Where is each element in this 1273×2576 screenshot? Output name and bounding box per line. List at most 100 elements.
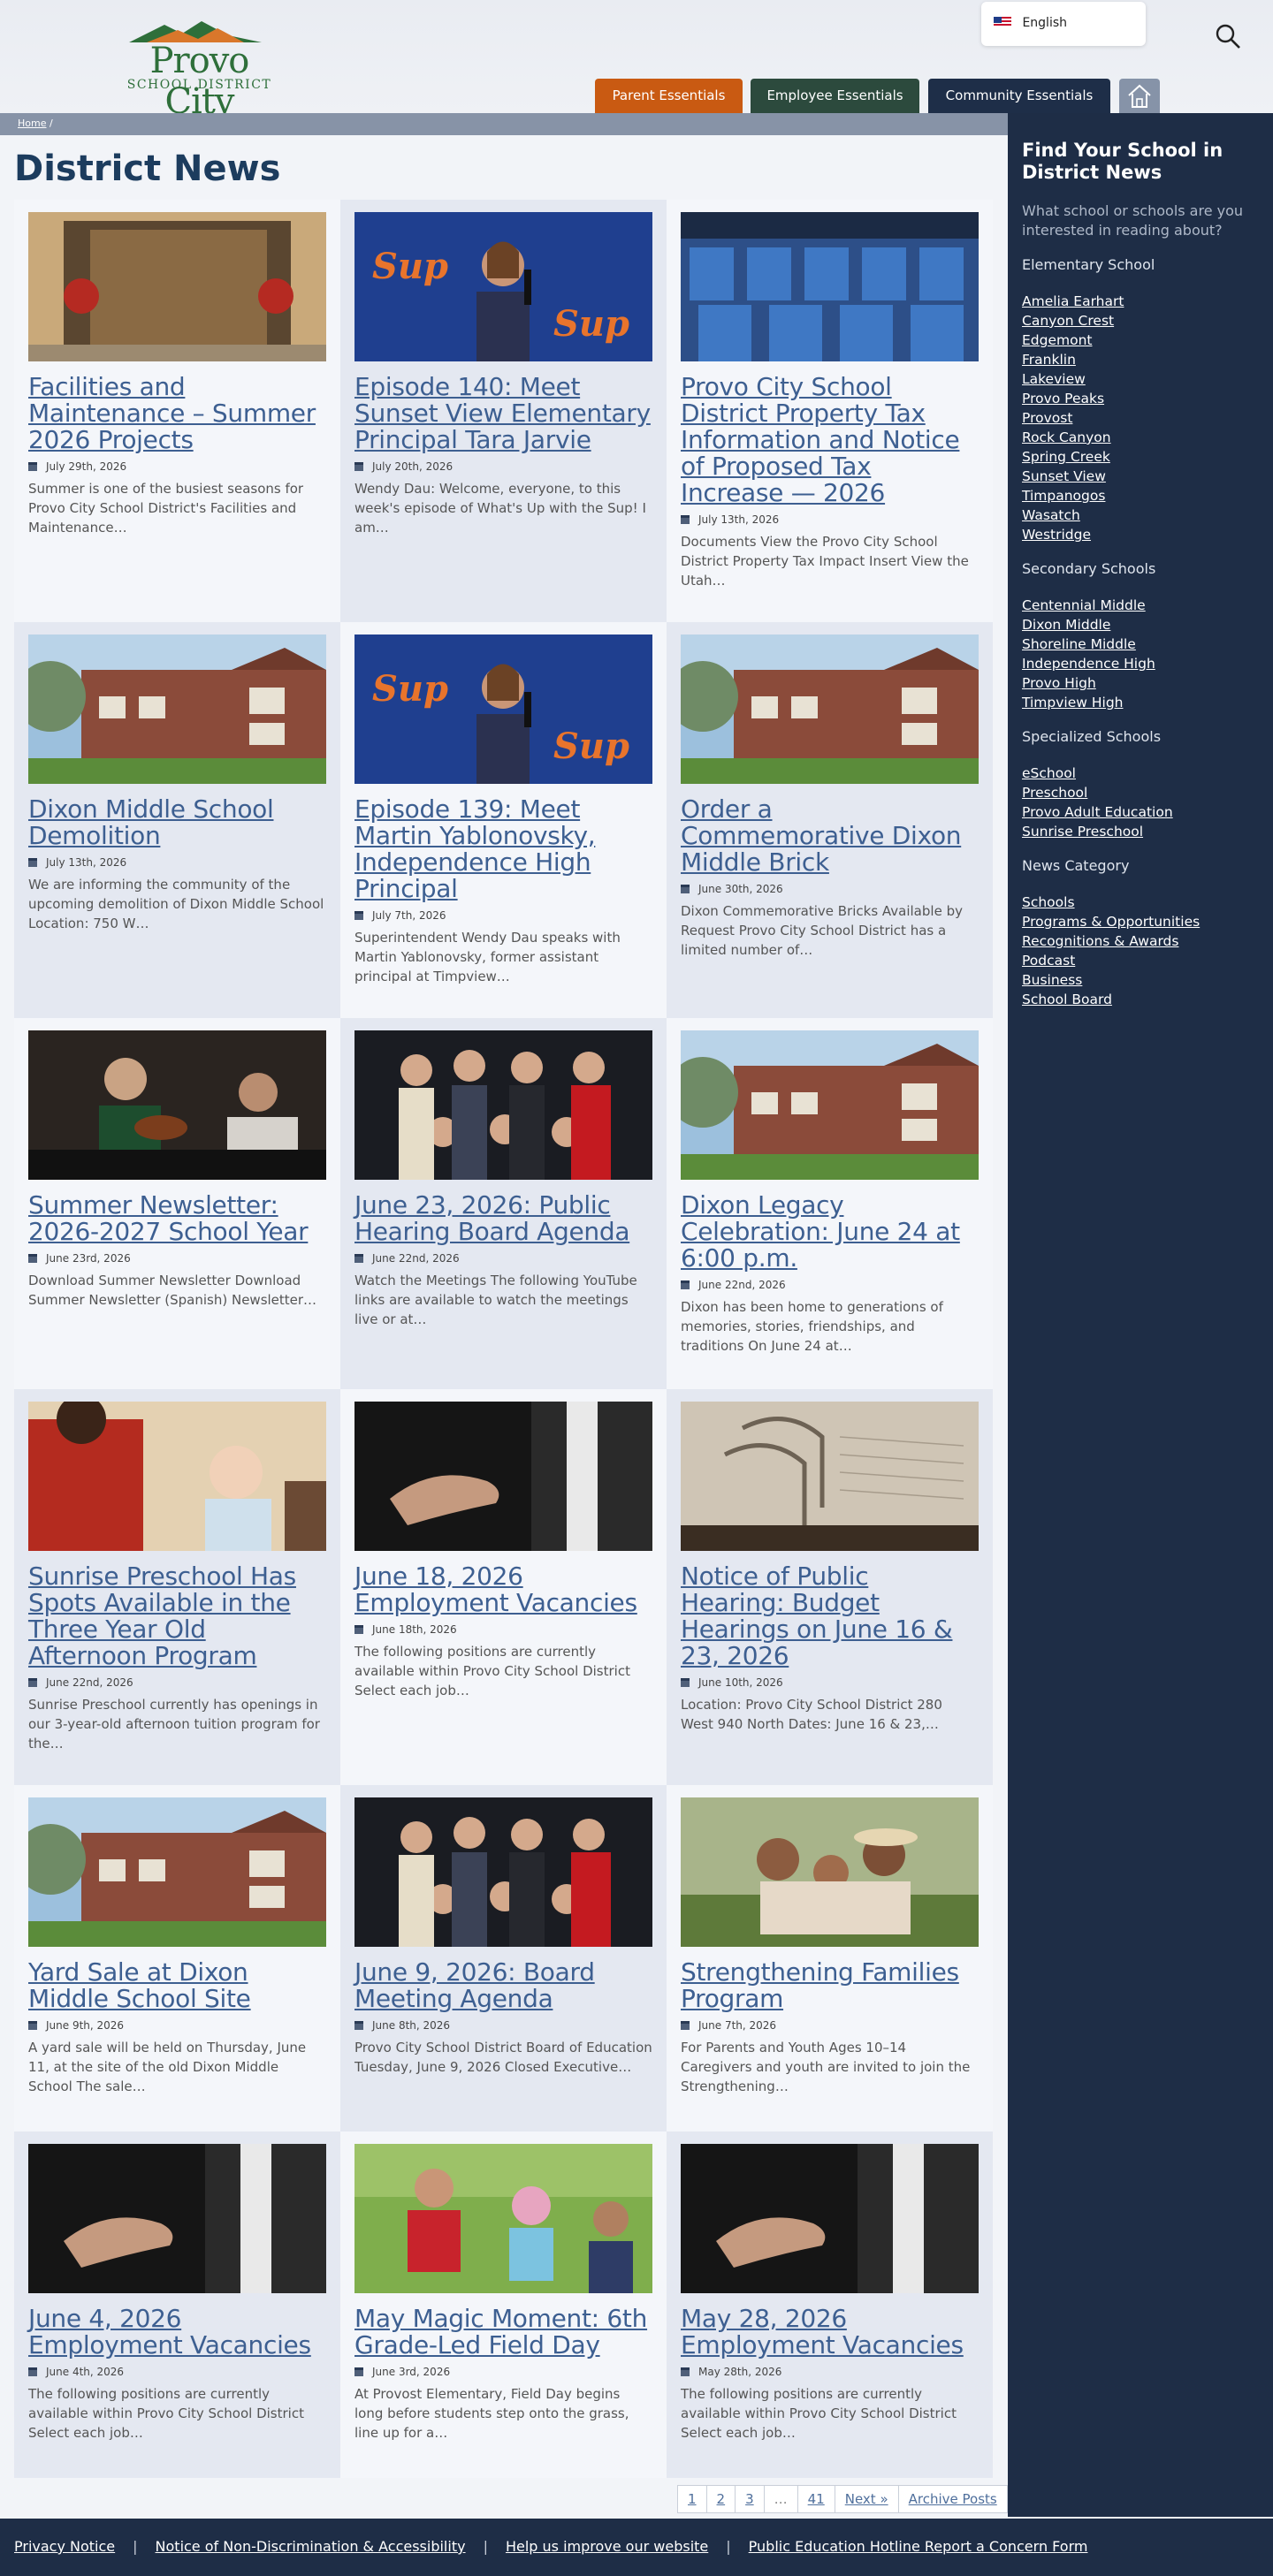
sidebar-group-heading: Specialized Schools [1022, 728, 1162, 745]
nav-employee-essentials[interactable]: Employee Essentials [751, 79, 919, 113]
news-card-title[interactable]: May Magic Moment: 6th Grade-Led Field Da… [354, 2306, 652, 2359]
news-card-title[interactable]: Order a Commemorative Dixon Middle Brick [681, 796, 979, 876]
sidebar-school-link[interactable]: Rock Canyon [1022, 428, 1273, 447]
news-card-image[interactable] [681, 635, 979, 784]
news-card-date: May 28th, 2026 [681, 2366, 979, 2378]
news-card-image[interactable] [354, 1797, 652, 1947]
sidebar-school-link[interactable]: Dixon Middle [1022, 615, 1273, 635]
sidebar-school-link[interactable]: Programs & Opportunities [1022, 912, 1273, 931]
calendar-icon [681, 1678, 690, 1687]
news-card-title[interactable]: Provo City School District Property Tax … [681, 374, 979, 506]
footer-link[interactable]: Public Education Hotline Report a Concer… [749, 2538, 1088, 2555]
sidebar-school-link[interactable]: Recognitions & Awards [1022, 931, 1273, 951]
sidebar-school-link[interactable]: Centennial Middle [1022, 596, 1273, 615]
sidebar-school-link[interactable]: Provo Peaks [1022, 389, 1273, 408]
news-card-title[interactable]: Sunrise Preschool Has Spots Available in… [28, 1563, 326, 1669]
news-card-title[interactable]: Dixon Legacy Celebration: June 24 at 6:0… [681, 1192, 979, 1272]
footer-link[interactable]: Notice of Non-Discrimination & Accessibi… [156, 2538, 466, 2555]
breadcrumb-home[interactable]: Home [18, 118, 46, 129]
sidebar-school-link[interactable]: Wasatch [1022, 505, 1273, 525]
sidebar-school-link[interactable]: Provo Adult Education [1022, 802, 1273, 822]
news-card-image[interactable] [354, 1030, 652, 1180]
news-card-image[interactable] [28, 635, 326, 784]
sidebar-group-heading: Elementary School [1022, 256, 1155, 273]
sidebar-school-link[interactable]: eSchool [1022, 764, 1273, 783]
nav-community-essentials[interactable]: Community Essentials [928, 79, 1110, 113]
news-card-title[interactable]: June 9, 2026: Board Meeting Agenda [354, 1959, 652, 2012]
language-selector[interactable]: English [981, 2, 1146, 46]
sidebar-school-link[interactable]: Timpview High [1022, 693, 1273, 712]
sidebar-school-link[interactable]: Provo High [1022, 673, 1273, 693]
news-card-date: June 10th, 2026 [681, 1676, 979, 1689]
news-card-image[interactable] [28, 2144, 326, 2293]
news-card-image[interactable] [28, 212, 326, 361]
pagination-link[interactable]: Archive Posts [899, 2486, 1007, 2512]
sidebar-school-link[interactable]: Lakeview [1022, 369, 1273, 389]
news-card-title[interactable]: June 18, 2026 Employment Vacancies [354, 1563, 652, 1616]
sidebar-school-link[interactable]: Spring Creek [1022, 447, 1273, 467]
sidebar-school-link[interactable]: Business [1022, 970, 1273, 990]
sidebar-school-link[interactable]: Westridge [1022, 525, 1273, 544]
footer-separator: | [726, 2538, 731, 2555]
sidebar-school-link[interactable]: Franklin [1022, 350, 1273, 369]
sidebar-school-link[interactable]: Independence High [1022, 654, 1273, 673]
svg-text:Sup: Sup [553, 726, 629, 767]
news-card-date: July 13th, 2026 [681, 513, 979, 526]
news-card-title[interactable]: Dixon Middle School Demolition [28, 796, 326, 849]
search-button[interactable] [1215, 23, 1241, 49]
news-card-image[interactable] [681, 212, 979, 361]
news-card-title[interactable]: June 4, 2026 Employment Vacancies [28, 2306, 326, 2359]
news-card-image[interactable] [28, 1030, 326, 1180]
sidebar-school-link[interactable]: Sunrise Preschool [1022, 822, 1273, 841]
sidebar-school-link[interactable]: Provost [1022, 408, 1273, 428]
sidebar-school-link[interactable]: School Board [1022, 990, 1273, 1009]
news-card-title[interactable]: Yard Sale at Dixon Middle School Site [28, 1959, 326, 2012]
news-card-image[interactable] [28, 1797, 326, 1947]
pagination-link[interactable]: Next » [835, 2486, 899, 2512]
news-card-excerpt: For Parents and Youth Ages 10–14 Caregiv… [681, 2040, 971, 2094]
sidebar-school-link[interactable]: Sunset View [1022, 467, 1273, 486]
news-card-excerpt: Superintendent Wendy Dau speaks with Mar… [354, 930, 621, 984]
news-card-date: June 22nd, 2026 [28, 1676, 326, 1689]
news-card-title[interactable]: Strengthening Families Program [681, 1959, 979, 2012]
news-card-image[interactable] [354, 1402, 652, 1551]
footer-link[interactable]: Help us improve our website [506, 2538, 708, 2555]
district-logo[interactable]: Provo City SCHOOL DISTRICT [113, 19, 286, 122]
news-card-title[interactable]: Facilities and Maintenance – Summer 2026… [28, 374, 326, 453]
sidebar-school-link[interactable]: Amelia Earhart [1022, 292, 1273, 311]
news-card-image[interactable] [354, 2144, 652, 2293]
news-card-image[interactable] [681, 2144, 979, 2293]
news-card-excerpt: Provo City School District Board of Educ… [354, 2040, 652, 2075]
calendar-icon [354, 1625, 363, 1634]
news-card-title[interactable]: Episode 140: Meet Sunset View Elementary… [354, 374, 652, 453]
news-card-date: June 8th, 2026 [354, 2019, 652, 2032]
sidebar-school-link[interactable]: Schools [1022, 893, 1273, 912]
sidebar-school-link[interactable]: Podcast [1022, 951, 1273, 970]
pagination-link[interactable]: 1 [678, 2486, 707, 2512]
pagination-link[interactable]: 3 [736, 2486, 765, 2512]
pagination-link[interactable]: 41 [798, 2486, 835, 2512]
sidebar-school-link[interactable]: Timpanogos [1022, 486, 1273, 505]
news-card-title[interactable]: June 23, 2026: Public Hearing Board Agen… [354, 1192, 652, 1245]
nav-home-button[interactable] [1119, 79, 1160, 113]
news-card-title[interactable]: May 28, 2026 Employment Vacancies [681, 2306, 979, 2359]
calendar-icon [681, 2367, 690, 2376]
sidebar-school-link[interactable]: Preschool [1022, 783, 1273, 802]
news-card-image[interactable] [681, 1402, 979, 1551]
pagination-link[interactable]: 2 [707, 2486, 736, 2512]
news-card-image[interactable] [681, 1030, 979, 1180]
news-card-title[interactable]: Notice of Public Hearing: Budget Hearing… [681, 1563, 979, 1669]
news-card-image[interactable] [28, 1402, 326, 1551]
sidebar-school-link[interactable]: Canyon Crest [1022, 311, 1273, 331]
footer-link[interactable]: Privacy Notice [14, 2538, 115, 2555]
news-card-image[interactable]: Sup Sup [354, 635, 652, 784]
sidebar-school-link[interactable]: Edgemont [1022, 331, 1273, 350]
news-card-image[interactable]: Sup Sup [354, 212, 652, 361]
news-card-excerpt: Dixon Commemorative Bricks Available by … [681, 903, 963, 958]
news-card-title[interactable]: Summer Newsletter: 2026-2027 School Year [28, 1192, 326, 1245]
sidebar-school-link[interactable]: Shoreline Middle [1022, 635, 1273, 654]
news-card-title[interactable]: Episode 139: Meet Martin Yablonovsky, In… [354, 796, 652, 902]
news-card-image[interactable] [681, 1797, 979, 1947]
pagination: 1 2 3… 41 Next » Archive Posts [677, 2485, 1008, 2513]
nav-parent-essentials[interactable]: Parent Essentials [595, 79, 743, 113]
